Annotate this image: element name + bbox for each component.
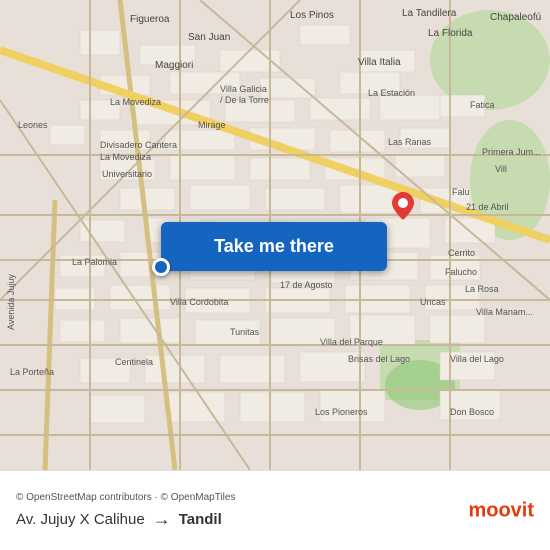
svg-text:Villa Cordobita: Villa Cordobita xyxy=(170,297,228,307)
svg-text:Primera Jum...: Primera Jum... xyxy=(482,147,541,157)
take-me-there-button[interactable]: Take me there xyxy=(161,222,387,271)
svg-text:Cerrito: Cerrito xyxy=(448,248,475,258)
svg-text:La Florida: La Florida xyxy=(428,28,473,39)
origin-label: Av. Jujuy X Calihue xyxy=(16,511,145,528)
location-pin xyxy=(392,192,414,220)
svg-text:La Rosa: La Rosa xyxy=(465,284,499,294)
svg-text:La Movediza: La Movediza xyxy=(100,152,151,162)
svg-text:21 de Abril: 21 de Abril xyxy=(466,202,509,212)
svg-text:Los Pinos: Los Pinos xyxy=(290,10,334,21)
svg-text:La Estación: La Estación xyxy=(368,88,415,98)
svg-text:Uncas: Uncas xyxy=(420,297,446,307)
svg-text:La Tandilera: La Tandilera xyxy=(402,8,457,19)
svg-text:Divisadero Cantera: Divisadero Cantera xyxy=(100,140,177,150)
svg-text:La Porteña: La Porteña xyxy=(10,367,54,377)
svg-text:Mirage: Mirage xyxy=(198,120,226,130)
svg-text:Universitario: Universitario xyxy=(102,169,152,179)
bottom-bar: © OpenStreetMap contributors · © OpenMap… xyxy=(0,470,550,550)
svg-text:Tunitas: Tunitas xyxy=(230,327,260,337)
svg-text:La Palomia: La Palomia xyxy=(72,257,117,267)
svg-text:Falucho: Falucho xyxy=(445,267,477,277)
svg-text:Figueroa: Figueroa xyxy=(130,14,170,25)
svg-text:17 de Agosto: 17 de Agosto xyxy=(280,280,333,290)
svg-text:Los Pioneros: Los Pioneros xyxy=(315,407,368,417)
svg-text:Villa Galicia: Villa Galicia xyxy=(220,84,267,94)
svg-text:Chapaleofú: Chapaleofú xyxy=(490,12,541,23)
map-container: Figueroa Los Pinos La Tandilera Chapaleo… xyxy=(0,0,550,470)
svg-text:Don Bosco: Don Bosco xyxy=(450,407,494,417)
route-arrow-icon: → xyxy=(153,509,171,530)
svg-text:Villa del Parque: Villa del Parque xyxy=(320,337,383,347)
svg-text:Falu: Falu xyxy=(452,187,470,197)
svg-text:Fatica: Fatica xyxy=(470,100,495,110)
svg-text:Avenida Jujuy: Avenida Jujuy xyxy=(6,274,16,330)
route-info: Av. Jujuy X Calihue → Tandil xyxy=(16,509,534,530)
svg-text:Villa Manam...: Villa Manam... xyxy=(476,307,533,317)
destination-label: Tandil xyxy=(179,511,222,528)
svg-text:San Juan: San Juan xyxy=(188,32,230,43)
svg-text:Leones: Leones xyxy=(18,120,48,130)
start-marker xyxy=(152,258,170,276)
svg-text:Villa Italia: Villa Italia xyxy=(358,57,401,68)
svg-text:Maggiori: Maggiori xyxy=(155,60,193,71)
svg-text:Las Ranas: Las Ranas xyxy=(388,137,432,147)
svg-text:/ De la Torre: / De la Torre xyxy=(220,95,269,105)
svg-text:Brisas del Lago: Brisas del Lago xyxy=(348,354,410,364)
svg-text:Villa del Lago: Villa del Lago xyxy=(450,354,504,364)
moovit-logo: moovit xyxy=(468,499,534,522)
svg-text:Vill: Vill xyxy=(495,164,507,174)
attribution: © OpenStreetMap contributors · © OpenMap… xyxy=(16,492,534,503)
svg-text:Centinela: Centinela xyxy=(115,357,153,367)
svg-text:La Movediza: La Movediza xyxy=(110,97,161,107)
